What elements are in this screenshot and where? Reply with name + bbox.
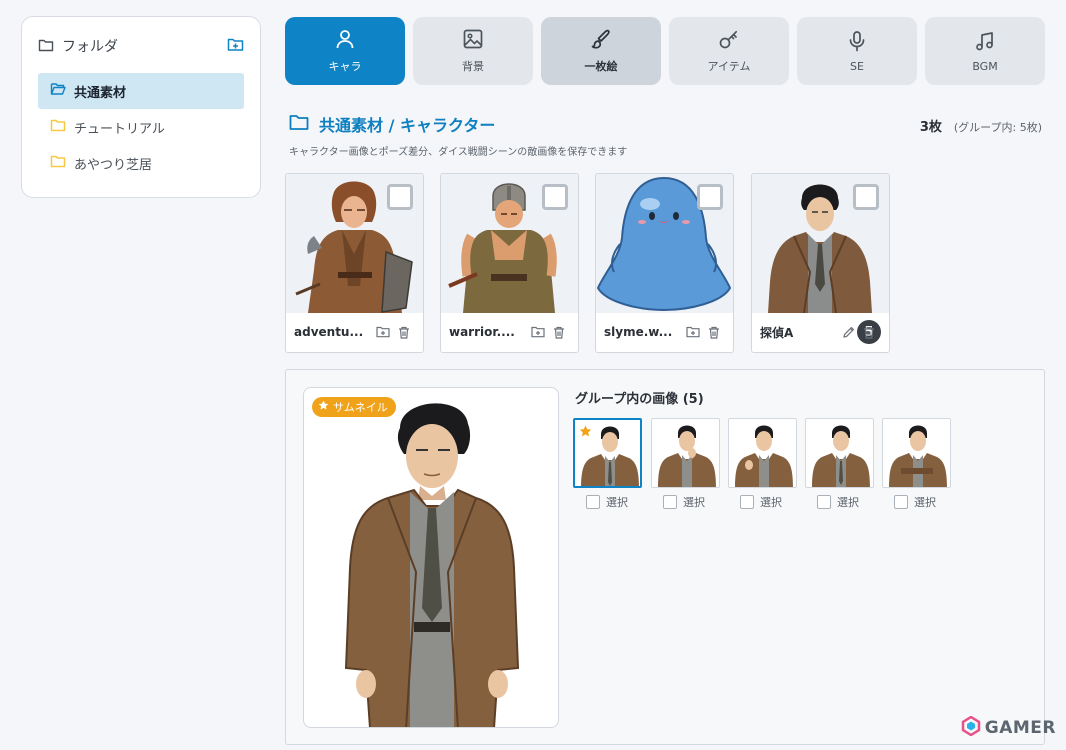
- tab-label: アイテム: [707, 60, 751, 73]
- add-to-folder-icon[interactable]: [686, 326, 700, 338]
- tab-character[interactable]: キャラ: [285, 17, 405, 85]
- add-to-folder-icon[interactable]: [531, 326, 545, 338]
- tab-label: SE: [850, 59, 864, 73]
- select-label: 選択: [606, 496, 628, 509]
- tab-background[interactable]: 背景: [413, 17, 533, 85]
- select-label: 選択: [914, 496, 936, 509]
- gamer-logo-icon: [961, 715, 981, 740]
- music-icon: [974, 30, 996, 56]
- sidebar-item-label: あやつり芝居: [74, 157, 153, 173]
- sidebar-item-label: 共通素材: [74, 85, 127, 101]
- breadcrumb: 共通素材 / キャラクター: [319, 116, 496, 135]
- tab-label: BGM: [972, 59, 998, 73]
- group-image[interactable]: [805, 418, 874, 488]
- select-label: 選択: [760, 496, 782, 509]
- folder-title: フォルダ: [62, 39, 118, 55]
- sidebar-item-common[interactable]: 共通素材: [38, 73, 244, 109]
- folder-icon: [289, 114, 309, 135]
- tab-bgm[interactable]: BGM: [925, 17, 1045, 85]
- select-checkbox[interactable]: [853, 184, 879, 210]
- folder-open-icon: [50, 82, 66, 100]
- asset-card[interactable]: warrior....: [440, 173, 579, 353]
- thumbnail-tag-label: サムネイル: [333, 401, 388, 414]
- card-footer: warrior....: [441, 312, 578, 352]
- count-in-group: (グループ内: 5枚): [953, 121, 1042, 134]
- edit-icon[interactable]: [842, 326, 855, 339]
- star-icon: [579, 423, 592, 442]
- card-footer: 探偵A: [752, 312, 889, 352]
- sidebar-item-puppet-show[interactable]: あやつり芝居: [38, 145, 244, 181]
- count-total: 3枚: [919, 120, 942, 135]
- tab-illustration[interactable]: 一枚絵: [541, 17, 661, 85]
- delete-icon[interactable]: [708, 326, 720, 339]
- delete-icon[interactable]: [398, 326, 410, 339]
- checkbox[interactable]: [740, 495, 754, 509]
- item-count: 3枚 (グループ内: 5枚): [920, 116, 1042, 135]
- select-checkbox-2[interactable]: 選択: [663, 494, 705, 510]
- select-checkbox-1[interactable]: 選択: [586, 494, 628, 510]
- checkbox[interactable]: [586, 495, 600, 509]
- select-checkbox[interactable]: [387, 184, 413, 210]
- description: キャラクター画像とポーズ差分、ダイス戦闘シーンの敵画像を保存できます: [289, 147, 628, 158]
- thumbnail-preview: サムネイル: [303, 387, 559, 728]
- tab-label: 背景: [462, 60, 484, 73]
- microphone-icon: [846, 30, 868, 56]
- folder-header: フォルダ: [38, 35, 244, 57]
- checkbox[interactable]: [663, 495, 677, 509]
- group-title: グループ内の画像 (5): [575, 392, 704, 407]
- sidebar-item-tutorial[interactable]: チュートリアル: [38, 109, 244, 145]
- group-image[interactable]: [573, 418, 642, 488]
- add-to-folder-icon[interactable]: [376, 326, 390, 338]
- file-name: slyme.w...: [604, 325, 673, 339]
- gamer-watermark: GAMER: [961, 715, 1056, 740]
- tab-item[interactable]: アイテム: [669, 17, 789, 85]
- tab-se[interactable]: SE: [797, 17, 917, 85]
- select-label: 選択: [837, 496, 859, 509]
- asset-card[interactable]: 5 探偵A: [751, 173, 890, 353]
- delete-icon[interactable]: [553, 326, 565, 339]
- card-footer: adventu...: [286, 312, 423, 352]
- add-folder-icon[interactable]: [227, 37, 244, 56]
- file-name: adventu...: [294, 325, 364, 339]
- checkbox[interactable]: [894, 495, 908, 509]
- tab-label: キャラ: [328, 60, 362, 73]
- checkbox[interactable]: [817, 495, 831, 509]
- group-image[interactable]: [882, 418, 951, 488]
- tab-label: 一枚絵: [584, 60, 618, 73]
- asset-card[interactable]: slyme.w...: [595, 173, 734, 353]
- select-checkbox[interactable]: [697, 184, 723, 210]
- file-name: 探偵A: [760, 325, 794, 340]
- person-icon: [334, 28, 356, 54]
- watermark-text: GAMER: [984, 718, 1056, 738]
- sidebar-item-label: チュートリアル: [74, 121, 165, 137]
- folder-sidebar: フォルダ 共通素材 チュートリアル あやつり芝居: [21, 16, 261, 198]
- card-footer: slyme.w...: [596, 312, 733, 352]
- key-icon: [718, 28, 740, 54]
- select-checkbox-3[interactable]: 選択: [740, 494, 782, 510]
- folder-icon: [38, 37, 54, 56]
- group-image[interactable]: [651, 418, 720, 488]
- delete-icon[interactable]: [863, 326, 875, 339]
- folder-icon: [50, 118, 66, 136]
- asset-card[interactable]: adventu...: [285, 173, 424, 353]
- select-checkbox-4[interactable]: 選択: [817, 494, 859, 510]
- select-checkbox-5[interactable]: 選択: [894, 494, 936, 510]
- folder-icon: [50, 154, 66, 172]
- group-image[interactable]: [728, 418, 797, 488]
- page-title: 共通素材 / キャラクター: [289, 112, 495, 136]
- group-detail-panel: サムネイル グループ内の画像 (5) 選択 選択 選択 選択 選択: [285, 369, 1045, 745]
- select-label: 選択: [683, 496, 705, 509]
- image-icon: [462, 28, 484, 54]
- thumbnail-tag: サムネイル: [312, 397, 396, 417]
- file-name: warrior....: [449, 325, 515, 339]
- select-checkbox[interactable]: [542, 184, 568, 210]
- brush-icon: [590, 28, 612, 54]
- star-icon: [318, 400, 329, 414]
